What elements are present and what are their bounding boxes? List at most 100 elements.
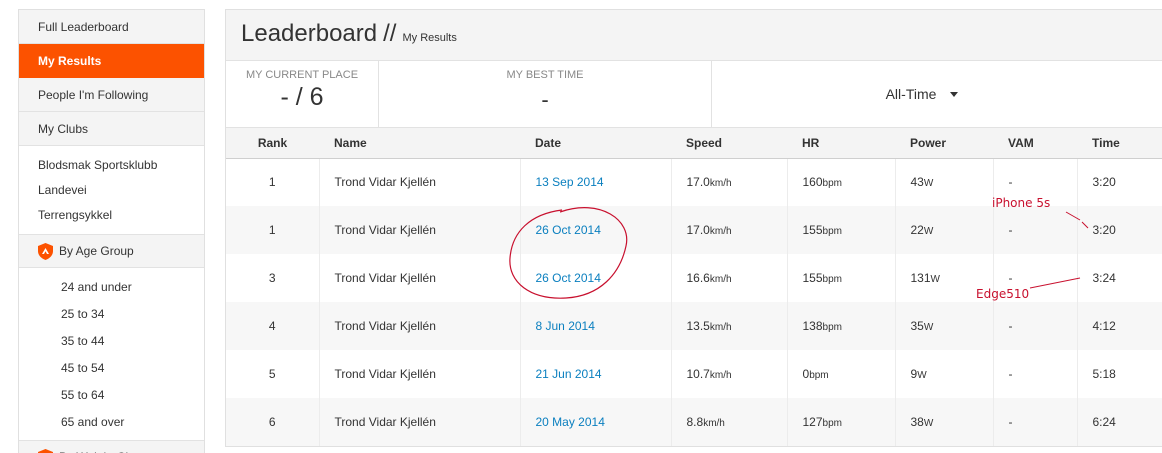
speed-unit: km/h	[709, 226, 732, 237]
leaderboard-panel: Leaderboard// My Results MY CURRENT PLAC…	[225, 9, 1162, 447]
name-cell: Trond Vidar Kjellén	[319, 254, 521, 302]
best-time-stat: MY BEST TIME -	[379, 61, 712, 127]
speed-cell: 8.8km/h	[671, 398, 788, 446]
speed-cell: 17.0km/h	[671, 158, 788, 206]
date-cell: 21 Jun 2014	[520, 350, 672, 398]
power-cell: 43W	[895, 158, 994, 206]
date-cell: 26 Oct 2014	[520, 206, 672, 254]
page-title-bar: Leaderboard// My Results	[226, 10, 1162, 61]
date-cell: 13 Sep 2014	[520, 158, 672, 206]
age-option[interactable]: 24 and under	[19, 274, 204, 301]
rank-cell: 1	[226, 158, 320, 206]
speed-unit: km/h	[709, 370, 732, 381]
age-option[interactable]: 65 and over	[19, 409, 204, 436]
sidebar-item-my-results[interactable]: My Results	[19, 44, 204, 78]
hr-value: 155	[802, 271, 823, 285]
title-separator: //	[383, 20, 397, 47]
age-group-header[interactable]: By Age Group	[19, 235, 204, 268]
time-cell: 3:24	[1092, 271, 1116, 285]
activity-date-link[interactable]: 26 Oct 2014	[536, 271, 601, 285]
activity-date-link[interactable]: 8 Jun 2014	[536, 319, 595, 333]
club-item[interactable]: Landevei	[19, 178, 204, 203]
speed-unit: km/h	[709, 178, 732, 190]
power-value: 35	[910, 319, 924, 333]
activity-date-link[interactable]: 20 May 2014	[536, 415, 605, 429]
club-item[interactable]: Blodsmak Sportsklubb	[19, 153, 204, 178]
current-place-label: MY CURRENT PLACE	[245, 69, 359, 81]
sidebar-item-people-following[interactable]: People I'm Following	[19, 78, 204, 112]
hr-cell: 160bpm	[787, 158, 896, 206]
age-option[interactable]: 55 to 64	[19, 382, 204, 409]
name-cell: Trond Vidar Kjellén	[319, 206, 521, 254]
column-header-speed[interactable]: Speed	[671, 128, 787, 159]
time-cell: 3:20	[1092, 223, 1116, 237]
time-filter-dropdown[interactable]: All-Time	[712, 61, 1162, 127]
shield-icon	[38, 242, 53, 260]
speed-value: 8.8	[686, 415, 704, 429]
date-cell: 26 Oct 2014	[520, 254, 672, 302]
activity-date-link[interactable]: 13 Sep 2014	[536, 175, 604, 189]
hr-unit: bpm	[822, 322, 842, 333]
power-unit: W	[923, 226, 934, 237]
rank-cell: 1	[226, 206, 320, 254]
hr-value: 160	[802, 175, 823, 190]
time-cell: 5:18	[1092, 367, 1116, 381]
best-time-value: -	[541, 87, 549, 112]
name-cell: Trond Vidar Kjellén	[319, 350, 521, 398]
power-unit: W	[930, 274, 940, 285]
speed-unit: km/h	[709, 274, 732, 285]
column-header-name[interactable]: Name	[319, 128, 520, 159]
hr-unit: bpm	[822, 274, 842, 285]
rank-cell: 4	[226, 302, 320, 350]
table-row: 5 Trond Vidar Kjellén 21 Jun 2014 10.7km…	[226, 350, 1162, 398]
age-group-label: By Age Group	[59, 243, 134, 258]
power-unit: W	[917, 370, 927, 381]
date-cell: 8 Jun 2014	[520, 302, 672, 350]
hr-value: 138	[802, 319, 823, 333]
activity-date-link[interactable]: 26 Oct 2014	[536, 223, 601, 237]
hr-cell: 138bpm	[787, 302, 896, 350]
page-title-text: Leaderboard	[241, 20, 378, 47]
rank-cell: 3	[226, 254, 320, 302]
hr-unit: bpm	[809, 370, 829, 381]
age-group-list: 24 and under 25 to 34 35 to 44 45 to 54 …	[19, 268, 204, 441]
shield-icon	[38, 448, 53, 453]
name-cell: Trond Vidar Kjellén	[319, 158, 521, 206]
age-option[interactable]: 35 to 44	[19, 328, 204, 355]
column-header-date[interactable]: Date	[520, 128, 671, 159]
stats-row: MY CURRENT PLACE - / 6 MY BEST TIME - Al…	[226, 61, 1162, 128]
sidebar-item-my-clubs[interactable]: My Clubs	[19, 112, 204, 146]
club-item[interactable]: Terrengsykkel	[19, 203, 204, 228]
vam-cell: -	[993, 206, 1078, 254]
column-header-time[interactable]: Time	[1077, 128, 1162, 159]
power-cell: 35W	[895, 302, 994, 350]
age-option[interactable]: 45 to 54	[19, 355, 204, 382]
current-place-value: - / 6	[280, 83, 324, 111]
weight-group-header[interactable]: By Weight Class	[19, 441, 204, 453]
power-unit: W	[923, 322, 934, 333]
page-subtitle: My Results	[402, 32, 457, 44]
speed-unit: km/h	[703, 418, 725, 429]
activity-date-link[interactable]: 21 Jun 2014	[536, 367, 602, 381]
speed-value: 17.0	[686, 223, 710, 237]
column-header-power[interactable]: Power	[895, 128, 993, 159]
age-option[interactable]: 25 to 34	[19, 301, 204, 328]
power-cell: 38W	[895, 398, 994, 446]
vam-cell: -	[993, 398, 1078, 446]
power-cell: 22W	[895, 206, 994, 254]
time-cell: 6:24	[1092, 415, 1116, 429]
table-row: 4 Trond Vidar Kjellén 8 Jun 2014 13.5km/…	[226, 302, 1162, 350]
power-cell: 9W	[895, 350, 994, 398]
date-cell: 20 May 2014	[520, 398, 672, 446]
time-cell: 4:12	[1092, 319, 1116, 333]
table-row: 6 Trond Vidar Kjellén 20 May 2014 8.8km/…	[226, 398, 1162, 446]
name-cell: Trond Vidar Kjellén	[319, 398, 521, 446]
column-header-rank[interactable]: Rank	[226, 128, 319, 159]
column-header-vam[interactable]: VAM	[993, 128, 1077, 159]
caret-down-icon	[950, 92, 959, 97]
column-header-hr[interactable]: HR	[787, 128, 895, 159]
speed-value: 13.5	[686, 319, 710, 333]
sidebar-item-full-leaderboard[interactable]: Full Leaderboard	[19, 10, 204, 44]
hr-unit: bpm	[822, 178, 842, 190]
table-header-row: Rank Name Date Speed HR Power VAM Time	[226, 128, 1162, 159]
